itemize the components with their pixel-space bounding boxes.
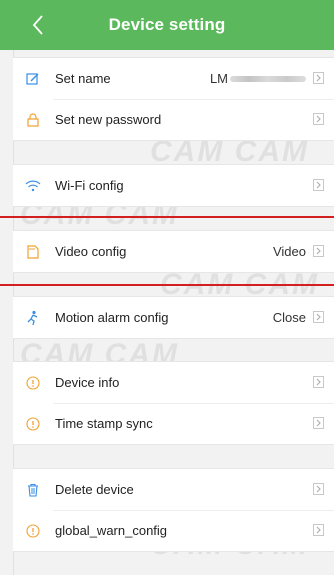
set-password-row[interactable]: Set new password (13, 99, 334, 140)
row-label: Device info (55, 375, 120, 390)
chevron-right-icon (313, 72, 324, 84)
lock-icon (25, 112, 41, 128)
row-label: Delete device (55, 482, 134, 497)
row-value: Video (272, 244, 306, 259)
set-name-row[interactable]: Set name LM (13, 58, 334, 99)
info-icon (25, 416, 41, 432)
annotation-line (0, 216, 334, 218)
row-label: Video config (55, 244, 127, 259)
motion-alarm-row[interactable]: Motion alarm config Close (13, 297, 334, 338)
running-person-icon (25, 310, 41, 326)
chevron-right-icon (313, 245, 324, 257)
chevron-right-icon (313, 113, 324, 125)
header-bar: Device setting (0, 0, 334, 50)
back-icon[interactable] (26, 13, 50, 37)
row-label: Set name (55, 71, 111, 86)
row-value: Close (272, 310, 306, 325)
row-label: Time stamp sync (55, 416, 153, 431)
group-video: Video config Video (13, 230, 334, 273)
wifi-config-row[interactable]: Wi-Fi config (13, 165, 334, 206)
row-label: global_warn_config (55, 523, 168, 538)
annotation-line (0, 284, 334, 286)
chevron-right-icon (313, 311, 324, 323)
group-name-password: Set name LM Set new password (13, 57, 334, 141)
chevron-right-icon (313, 483, 324, 495)
sd-card-icon (25, 244, 41, 260)
wifi-icon (25, 178, 41, 194)
group-delete-warn: Delete device global_warn_config (13, 468, 334, 552)
edit-icon (25, 71, 41, 87)
time-stamp-sync-row[interactable]: Time stamp sync (13, 403, 334, 444)
device-name-value: LM (210, 71, 306, 86)
row-label: Motion alarm config (55, 310, 169, 325)
group-info-sync: Device info Time stamp sync (13, 361, 334, 445)
info-icon (25, 375, 41, 391)
trash-icon (25, 482, 41, 498)
chevron-right-icon (313, 417, 324, 429)
page-title: Device setting (108, 15, 226, 34)
row-label: Wi-Fi config (55, 178, 124, 193)
chevron-right-icon (313, 179, 324, 191)
group-wifi: Wi-Fi config (13, 164, 334, 207)
row-label: Set new password (55, 112, 162, 127)
group-motion: Motion alarm config Close (13, 296, 334, 339)
video-config-row[interactable]: Video config Video (13, 231, 334, 272)
info-icon (25, 523, 41, 539)
global-warn-config-row[interactable]: global_warn_config (13, 510, 334, 551)
redacted-text (230, 75, 306, 82)
chevron-right-icon (313, 524, 324, 536)
chevron-right-icon (313, 376, 324, 388)
delete-device-row[interactable]: Delete device (13, 469, 334, 510)
device-info-row[interactable]: Device info (13, 362, 334, 403)
